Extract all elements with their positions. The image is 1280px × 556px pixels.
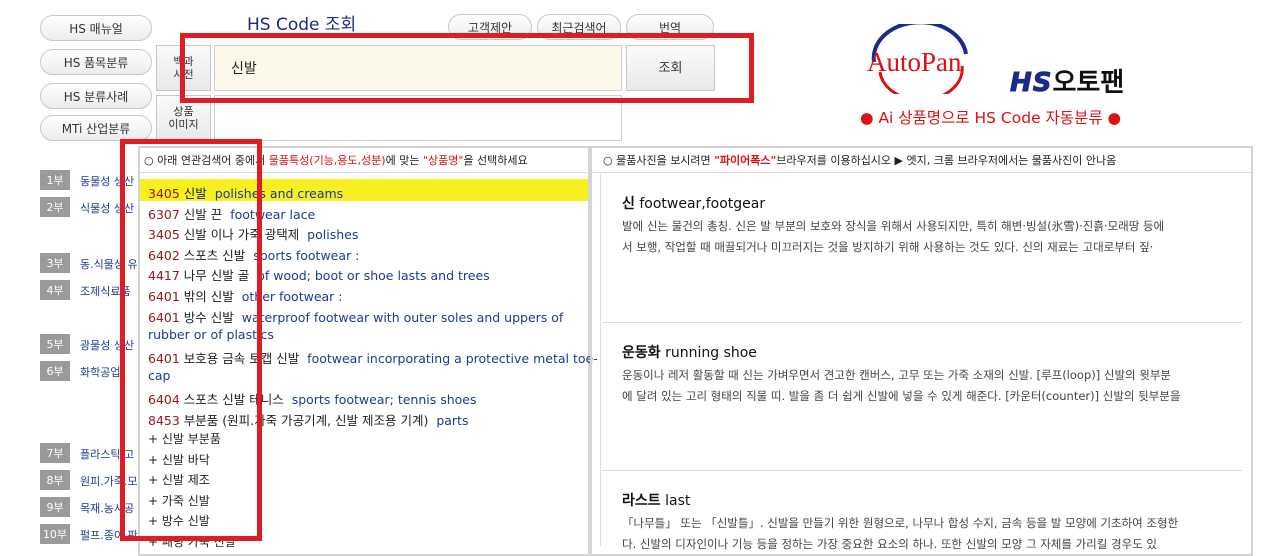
dictionary-header-rule: [592, 172, 1251, 173]
page-title: HS Code 조회: [247, 15, 357, 35]
results-header-mid: 에 맞는: [385, 154, 423, 167]
part-badge[interactable]: 5부: [40, 334, 70, 354]
part-badge[interactable]: 8부: [40, 470, 70, 490]
dictionary-entry-body: 발에 신는 물건의 총칭. 신은 발 부분의 보호와 장식을 위해서 사용되지만…: [622, 219, 1165, 254]
part-label[interactable]: 동물성 생산: [80, 173, 134, 189]
dictionary-header: ○ 물품사진을 보시려면 "파이어폭스"브라우저를 이용하십시오 ▶ 엣지, 크…: [603, 152, 1116, 168]
result-item[interactable]: 3405 신발 polishes and creams: [148, 183, 343, 202]
expand-item[interactable]: + 패딩 가죽 신발: [148, 533, 236, 550]
result-item[interactable]: 6307 신발 끈 footwear lace: [148, 204, 315, 223]
brand-korean: 오토팬: [1052, 68, 1125, 98]
result-item-continuation[interactable]: cap: [148, 368, 170, 383]
brand-hs: HS: [1010, 68, 1053, 99]
autopan-logo: AutoPan: [867, 24, 968, 94]
expand-item[interactable]: + 신발 부분품: [148, 430, 221, 447]
nav-hs-cases[interactable]: HS 분류사례: [40, 83, 152, 109]
results-header-rule: [140, 172, 588, 173]
result-item[interactable]: 6402 스포츠 신발 sports footwear :: [148, 245, 359, 264]
encyclopedia-button[interactable]: 백과 사전: [156, 45, 211, 91]
part-badge[interactable]: 7부: [40, 443, 70, 463]
dictionary-header-red: "파이어폭스": [714, 154, 777, 167]
dictionary-entry-title: 신 footwear,footgear: [622, 196, 766, 212]
dictionary-entry-title: 운동화 running shoe: [622, 345, 757, 361]
brand-name: HS오토팬: [1010, 62, 1125, 99]
part-label[interactable]: 조제식료품: [80, 283, 131, 299]
search-button[interactable]: 조회: [626, 45, 715, 91]
expand-item[interactable]: + 방수 신발: [148, 512, 210, 529]
nav-hs-manual[interactable]: HS 매뉴얼: [40, 15, 152, 41]
results-header: ○ 아래 연관검색어 중에서 물품특성(기능,용도,성분)에 맞는 "상품명"을…: [144, 152, 528, 168]
dictionary-separator: [602, 322, 1242, 323]
dictionary-separator: [602, 470, 1242, 471]
result-item[interactable]: 8453 부분품 (원피.가죽 가공기계, 신발 제조용 기계) parts: [148, 410, 468, 429]
part-badge[interactable]: 10부: [40, 524, 70, 544]
secondary-input[interactable]: [214, 95, 622, 141]
result-item[interactable]: 6404 스포츠 신발 테니스 sports footwear; tennis …: [148, 389, 477, 408]
part-badge[interactable]: 3부: [40, 253, 70, 273]
customer-suggestion-button[interactable]: 고객제안: [448, 14, 532, 40]
part-badge[interactable]: 9부: [40, 497, 70, 517]
dictionary-header-prefix: ○ 물품사진을 보시려면: [603, 154, 715, 167]
nav-hs-classification[interactable]: HS 품목분류: [40, 49, 152, 75]
search-input[interactable]: 신발: [214, 45, 622, 91]
nav-mti-industry[interactable]: MTi 산업분류: [40, 115, 152, 141]
dictionary-inner-rule: [600, 174, 601, 546]
part-badge[interactable]: 6부: [40, 361, 70, 381]
part-label[interactable]: 식물성 생산: [80, 200, 134, 216]
results-header-prefix: ○ 아래 연관검색어 중에서: [144, 154, 269, 167]
results-header-quote: "상품명": [422, 154, 464, 167]
part-label[interactable]: 목재.농사공: [80, 500, 134, 516]
result-item[interactable]: 6401 방수 신발 waterproof footwear with oute…: [148, 307, 563, 326]
part-label[interactable]: 펄프.종이.판: [80, 527, 138, 543]
dictionary-entry-title: 라스트 last: [622, 493, 691, 509]
dictionary-header-suffix: 브라우저를 이용하십시오 ▶ 엣지, 크롬 브라우저에서는 물품사진이 안나옴: [776, 154, 1117, 167]
result-item-continuation[interactable]: rubber or of plastics: [148, 327, 274, 342]
result-item[interactable]: 6401 보호용 금속 토캡 신발 footwear incorporating…: [148, 348, 598, 367]
result-item[interactable]: 6401 밖의 신발 other footwear :: [148, 286, 343, 305]
part-badge[interactable]: 4부: [40, 280, 70, 300]
part-label[interactable]: 원피.가죽.모: [80, 473, 138, 489]
results-header-red: 물품특성(기능,용도,성분): [268, 154, 386, 167]
product-image-button[interactable]: 상품 이미지: [156, 95, 211, 141]
svg-text:AutoPan: AutoPan: [867, 47, 962, 77]
dictionary-entry-body: 운동이나 레저 활동할 때 신는 가벼우면서 견고한 캔버스, 고무 또는 가죽…: [622, 368, 1181, 403]
result-item[interactable]: 4417 나무 신발 골 of wood; boot or shoe lasts…: [148, 265, 490, 284]
expand-item[interactable]: + 신발 바닥: [148, 451, 210, 468]
part-label[interactable]: 플라스틱.고: [80, 446, 134, 462]
part-label[interactable]: 화학공업: [80, 364, 120, 380]
part-label[interactable]: 동.식물성 유: [80, 256, 138, 272]
recent-searches-button[interactable]: 최근검색어: [537, 14, 621, 40]
part-badge[interactable]: 2부: [40, 197, 70, 217]
translate-button[interactable]: 번역: [626, 14, 714, 40]
dictionary-entry-body: 「나무틀」 또는 「신발틀」. 신발을 만들기 위한 원형으로, 나무나 합성 …: [622, 516, 1179, 551]
result-item[interactable]: 3405 신발 이나 가죽 광택제 polishes: [148, 224, 358, 243]
results-header-suffix: 을 선택하세요: [463, 154, 528, 167]
expand-item[interactable]: + 신발 제조: [148, 471, 210, 488]
part-badge[interactable]: 1부: [40, 170, 70, 190]
part-label[interactable]: 광물성 생산: [80, 337, 134, 353]
expand-item[interactable]: + 가죽 신발: [148, 492, 210, 509]
brand-tagline: ● Ai 상품명으로 HS Code 자동분류 ●: [860, 109, 1122, 127]
